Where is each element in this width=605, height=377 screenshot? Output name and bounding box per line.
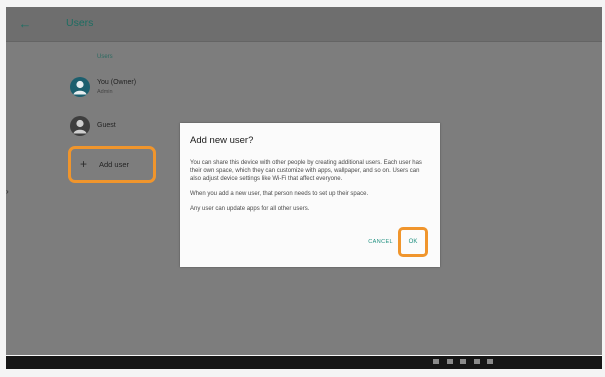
tray-icon xyxy=(460,359,467,364)
users-section-label: Users xyxy=(97,54,113,60)
tray-icon xyxy=(487,359,493,364)
dialog-message: You can share this device with other peo… xyxy=(190,159,430,220)
tray-icon xyxy=(446,359,453,364)
plus-icon: + xyxy=(80,157,88,171)
owner-avatar-icon xyxy=(70,77,90,97)
dialog-actions: CANCEL OK xyxy=(232,227,432,257)
tray-icon xyxy=(473,359,480,364)
dialog-paragraph: You can share this device with other peo… xyxy=(190,160,422,182)
owner-name: You (Owner) xyxy=(97,79,137,86)
user-row-owner[interactable]: You (Owner) Admin xyxy=(70,76,270,102)
tray-icon xyxy=(433,359,440,364)
system-taskbar xyxy=(6,356,602,369)
guest-avatar-icon xyxy=(70,116,90,136)
guest-name: Guest xyxy=(97,122,116,129)
dialog-title: Add new user? xyxy=(190,135,254,146)
page-title: Users xyxy=(66,17,94,29)
back-arrow-icon[interactable]: ← xyxy=(16,15,34,33)
dialog-paragraph: Any user can update apps for all other u… xyxy=(190,206,310,212)
chevron-right-icon[interactable]: › xyxy=(6,187,9,196)
add-user-dialog: Add new user? You can share this device … xyxy=(180,123,440,267)
system-tray xyxy=(430,359,493,366)
add-user-label: Add user xyxy=(99,160,130,169)
ok-button[interactable]: OK xyxy=(398,227,428,257)
app-bar: ← Users xyxy=(6,7,602,42)
owner-role: Admin xyxy=(97,89,113,95)
dialog-paragraph: When you add a new user, that person nee… xyxy=(190,191,369,197)
cancel-button[interactable]: CANCEL xyxy=(368,239,393,245)
add-user-button[interactable]: + Add user xyxy=(68,146,156,183)
device-screen: ← Users Users You (Owner) Admin Guest + … xyxy=(6,7,602,355)
